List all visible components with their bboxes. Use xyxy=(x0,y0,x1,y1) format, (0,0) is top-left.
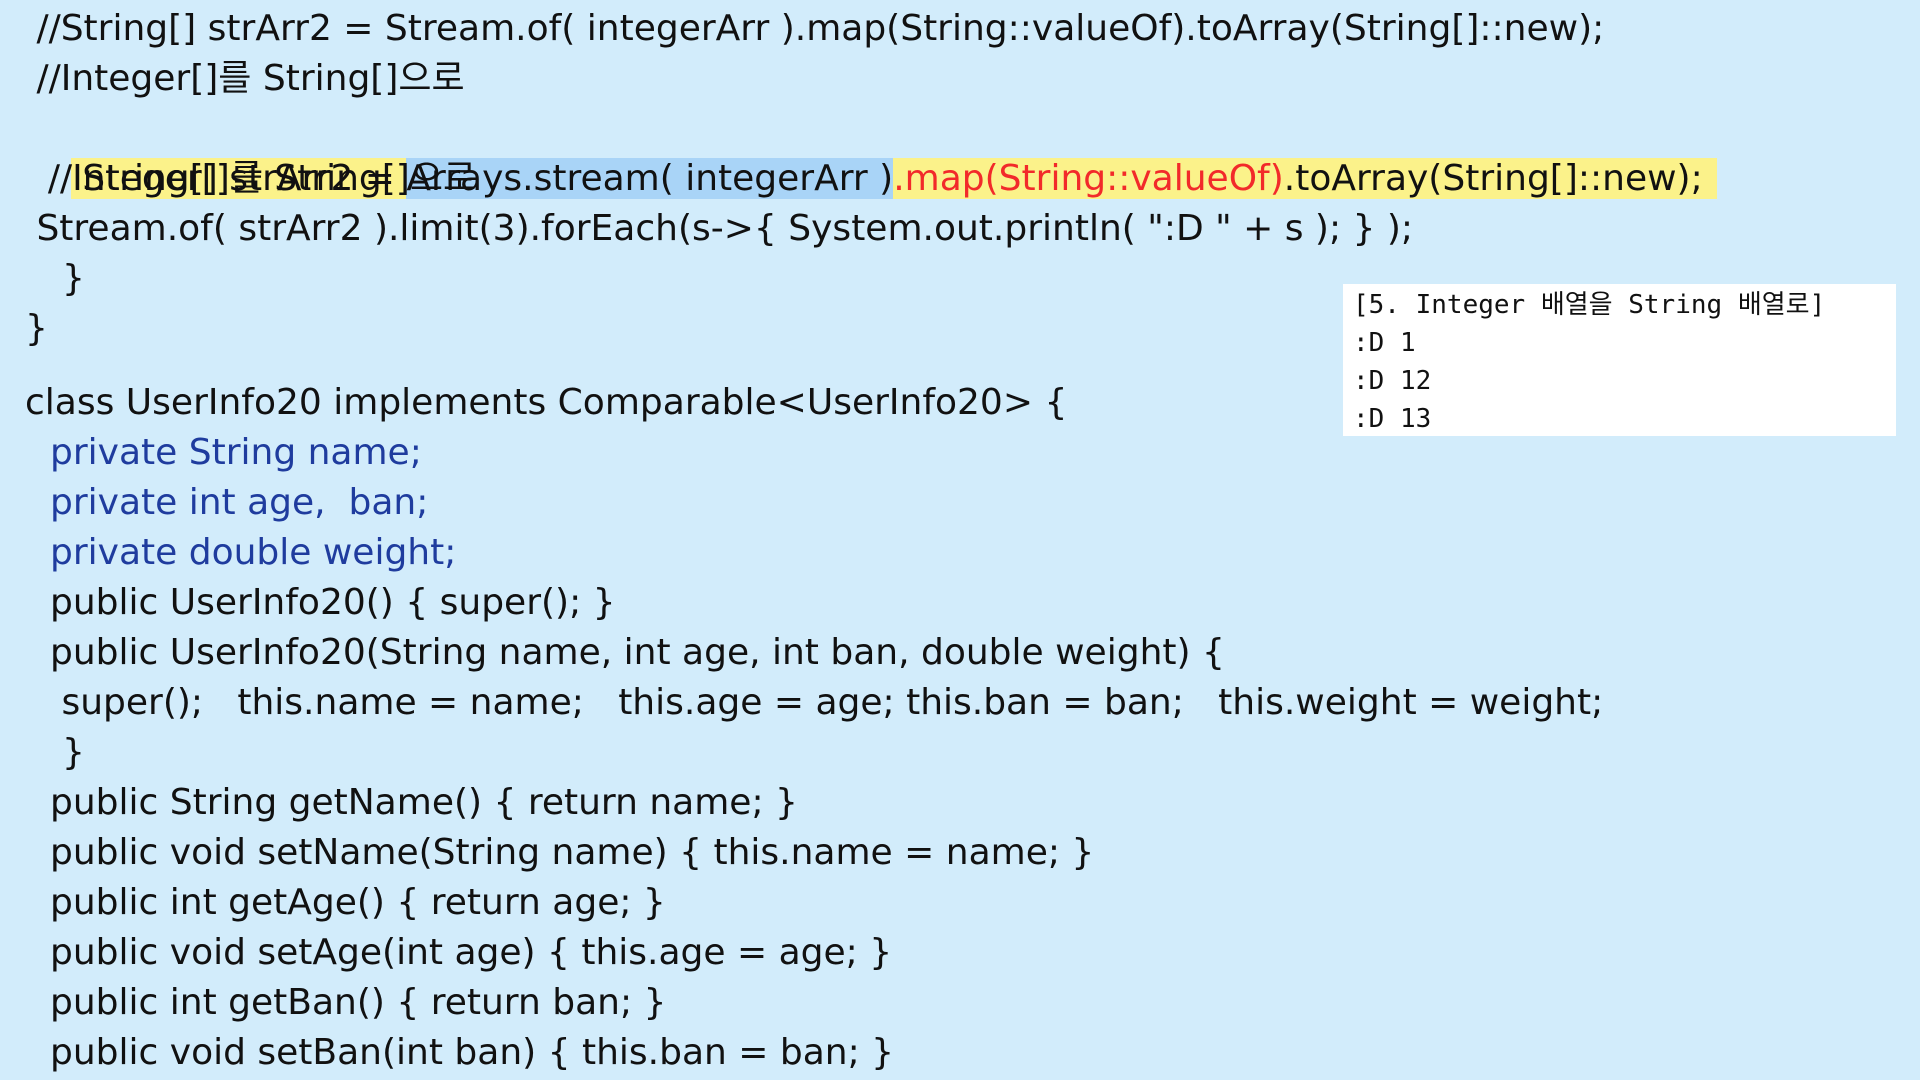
console-line-2: :D 12 xyxy=(1353,366,1432,396)
code-line-6-closing-brace: } xyxy=(62,258,85,299)
console-line-1: :D 1 xyxy=(1353,328,1416,358)
code-line-19-set-age: public void setAge(int age) { this.age =… xyxy=(50,932,893,973)
console-output-panel: [5. Integer 배열을 String 배열로] :D 1 :D 12 :… xyxy=(1343,284,1896,436)
code-line-21-set-ban: public void setBan(int ban) { this.ban =… xyxy=(50,1032,895,1073)
code-line-2: //Integer[]를 String[]으로 xyxy=(25,58,465,99)
code-line-10-field-age-ban: private int age, ban; xyxy=(50,482,429,523)
code-line-14-constructor-body: super(); this.name = name; this.age = ag… xyxy=(50,682,1604,723)
code-line-5: Stream.of( strArr2 ).limit(3).forEach(s-… xyxy=(25,208,1414,249)
red-text-map-call: .map(String::valueOf) xyxy=(893,158,1284,199)
code-line-9-field-name: private String name; xyxy=(50,432,422,473)
code-line-17-set-name: public void setName(String name) { this.… xyxy=(50,832,1095,873)
code-editor[interactable]: //String[] strArr2 = Stream.of( integerA… xyxy=(0,0,1920,1080)
code-line-16-get-name: public String getName() { return name; } xyxy=(50,782,798,823)
console-title: [5. Integer 배열을 String 배열로] xyxy=(1353,290,1826,320)
code-line-18-get-age: public int getAge() { return age; } xyxy=(50,882,666,923)
code-line-12-default-constructor: public UserInfo20() { super(); } xyxy=(50,582,616,623)
code-line-13-constructor: public UserInfo20(String name, int age, … xyxy=(50,632,1225,673)
code-line-1: //String[] strArr2 = Stream.of( integerA… xyxy=(25,8,1605,49)
console-line-3: :D 13 xyxy=(1353,404,1432,434)
code-segment-toarray: .toArray(String[]::new); xyxy=(1283,158,1703,199)
code-line-20-get-ban: public int getBan() { return ban; } xyxy=(50,982,667,1023)
code-line-3-highlighted: String[] strArr2 = Arrays.stream( intege… xyxy=(25,104,1717,199)
code-line-8-class-declaration: class UserInfo20 implements Comparable<U… xyxy=(25,382,1068,423)
code-line-11-field-weight: private double weight; xyxy=(50,532,457,573)
selected-text-arrays-stream: Arrays.stream( integerArr ) xyxy=(406,158,894,199)
code-line-4: //Integer[]를 String[]으로 xyxy=(25,158,477,199)
code-line-7-closing-brace: } xyxy=(25,308,48,349)
code-line-15-closing-brace: } xyxy=(62,732,85,773)
